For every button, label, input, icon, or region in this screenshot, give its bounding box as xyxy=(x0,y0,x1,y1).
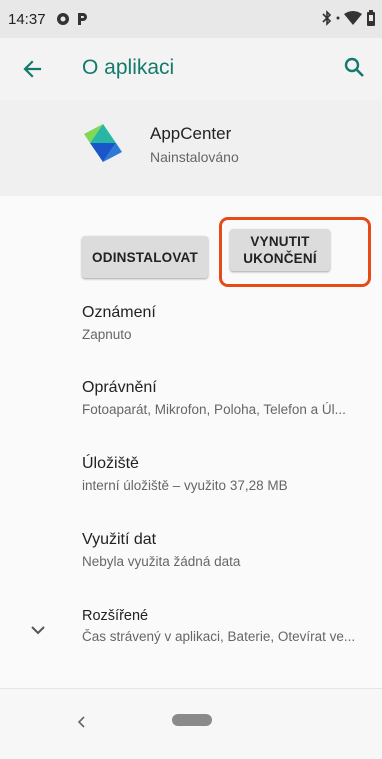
app-info-content: ODINSTALOVAT VYNUTIT UKONČENÍ Oznámení Z… xyxy=(0,196,382,688)
app-bar: O aplikaci xyxy=(0,38,382,100)
wifi-icon xyxy=(344,11,362,30)
bluetooth-icon xyxy=(322,10,332,31)
settings-item-subtitle: Čas strávený v aplikaci, Baterie, Otevír… xyxy=(82,629,356,644)
arrow-back-icon[interactable] xyxy=(20,56,46,82)
settings-item-title: Oznámení xyxy=(82,304,156,321)
force-stop-label-line2: UKONČENÍ xyxy=(243,251,317,266)
settings-item-subtitle: interní úložiště – využito 37,28 MB xyxy=(82,478,288,493)
status-time: 14:37 xyxy=(8,10,46,28)
force-stop-label-line1: VYNUTIT xyxy=(250,234,310,249)
search-icon[interactable] xyxy=(342,55,366,79)
settings-item-subtitle: Nebyla využita žádná data xyxy=(82,554,241,569)
settings-item-title: Úložiště xyxy=(82,455,139,472)
chevron-down-icon[interactable] xyxy=(28,620,48,640)
settings-item-title: Oprávnění xyxy=(82,379,157,396)
appcenter-logo-icon xyxy=(80,120,126,166)
settings-item-subtitle: Fotoaparát, Mikrofon, Poloha, Telefon a … xyxy=(82,402,346,417)
app-header: AppCenter Nainstalováno xyxy=(0,100,382,196)
settings-item-advanced[interactable]: Rozšířené Čas strávený v aplikaci, Bater… xyxy=(82,608,372,644)
shield-icon xyxy=(56,12,70,26)
settings-item-subtitle: Zapnuto xyxy=(82,327,132,342)
status-bar: 14:37 xyxy=(0,0,382,38)
settings-item-data-usage[interactable]: Využití dat Nebyla využita žádná data xyxy=(82,531,372,569)
p-app-icon xyxy=(76,12,88,26)
app-install-status: Nainstalováno xyxy=(150,149,239,165)
nav-back-icon[interactable] xyxy=(74,713,88,731)
settings-item-title: Využití dat xyxy=(82,531,157,548)
settings-item-storage[interactable]: Úložiště interní úložiště – využito 37,2… xyxy=(82,455,372,493)
force-stop-button[interactable]: VYNUTIT UKONČENÍ xyxy=(230,229,330,271)
signal-dot-icon xyxy=(336,10,340,31)
navigation-bar xyxy=(0,688,382,759)
app-name: AppCenter xyxy=(150,124,232,143)
settings-item-permissions[interactable]: Oprávnění Fotoaparát, Mikrofon, Poloha, … xyxy=(82,379,372,417)
settings-item-title: Rozšířené xyxy=(82,608,149,624)
uninstall-button[interactable]: ODINSTALOVAT xyxy=(82,236,208,278)
battery-icon xyxy=(366,10,376,31)
home-pill-icon[interactable] xyxy=(172,714,212,726)
page-title: O aplikaci xyxy=(82,56,175,79)
settings-item-notifications[interactable]: Oznámení Zapnuto xyxy=(82,304,372,342)
